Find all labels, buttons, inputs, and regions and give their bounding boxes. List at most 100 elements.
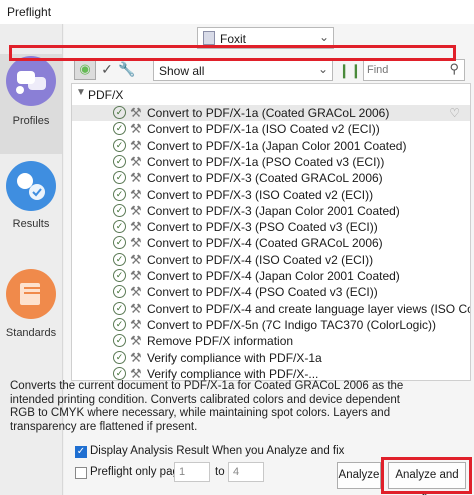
tree-item[interactable]: ✓ ⚒ Convert to PDF/X-4 and create language… (72, 301, 470, 317)
check-icon: ✓ (113, 366, 126, 380)
tree-item[interactable]: ✓ ⚒ Verify compliance with PDF/X-1a (72, 350, 470, 366)
wrench-icon: 🔧 (118, 60, 136, 77)
tree-item[interactable]: ✓ ⚒ Convert to PDF/X-1a (Japan Color 2001 … (72, 138, 470, 154)
tree-item-label: Convert to PDF/X-4 (Coated GRACoL 2006) (147, 236, 383, 251)
books-icon: ❙❙ (338, 61, 362, 78)
check-icon: ✓ (113, 203, 126, 217)
tree-item-label: Convert to PDF/X-1a (Coated GRACoL 2006) (147, 106, 390, 120)
search-field[interactable]: ⚲ (363, 59, 465, 81)
tree-item[interactable]: ✓ ⚒ Convert to PDF/X-4 (Coated GRACoL 2006… (72, 235, 470, 251)
filter-selected: Show all (159, 64, 205, 78)
tree-item-label: Convert to PDF/X-1a (ISO Coated v2 (ECI)… (147, 122, 380, 137)
sidebar-item-label: Results (12, 218, 50, 230)
tree-item-label: Convert to PDF/X-3 (Japan Color 2001 Coa… (147, 203, 400, 218)
sidebar-item-profiles[interactable]: Profiles (0, 54, 62, 154)
library-icon (203, 31, 215, 45)
wrench-icon: ⚒ (130, 268, 142, 283)
tree-item-label: Convert to PDF/X-4 (PSO Coated v3 (ECI)) (147, 285, 378, 300)
preflight-only-page-checkbox[interactable] (75, 467, 87, 479)
wrench-icon: ⚒ (130, 365, 142, 381)
tree-item-label: Remove PDF/X information (147, 334, 294, 349)
check-icon: ✓ (113, 252, 126, 266)
display-result-label: Display Analysis Result When you Analyze… (90, 445, 345, 457)
to-label: to (215, 466, 225, 478)
check-icon: ✓ (113, 106, 126, 119)
sidebar-item-results[interactable]: Results (0, 159, 62, 259)
wrench-icon: ⚒ (130, 251, 142, 267)
sidebar-item-label: Profiles (12, 115, 50, 127)
wrench-icon: ⚒ (130, 202, 142, 218)
check-icon: ✓ (113, 171, 126, 185)
wrench-icon: ⚒ (130, 284, 142, 300)
profile-tree[interactable]: ▼ PDF/X ✓ ⚒ Convert to PDF/X-1a (Coated GR… (71, 83, 471, 381)
fixups-view-button[interactable]: 🔧 (116, 58, 138, 80)
wrench-icon: ⚒ (130, 219, 142, 235)
tree-item[interactable]: ✓ ⚒ Convert to PDF/X-3 (Coated GRACoL 2006… (72, 170, 470, 186)
selection-highlight (9, 45, 456, 61)
check-icon: ✓ (113, 187, 126, 201)
tree-item[interactable]: ✓ ⚒ Verify compliance with PDF/X-... (72, 365, 470, 381)
display-result-checkbox[interactable]: ✓ (75, 446, 87, 458)
tree-item[interactable]: ✓ ⚒ Convert to PDF/X-3 (ISO Coated v2 (ECI… (72, 187, 470, 203)
check-icon: ✓ (113, 285, 126, 299)
filter-select[interactable]: Show all ⌄ (153, 59, 333, 81)
results-icon (6, 161, 56, 211)
tree-item[interactable]: ✓ ⚒ Convert to PDF/X-3 (PSO Coated v3 (ECI… (72, 219, 470, 235)
preflight-only-page-label: Preflight only page (90, 466, 186, 478)
tree-item[interactable]: ✓ ⚒ Convert to PDF/X-4 (Japan Color 2001 C… (72, 268, 470, 284)
checks-view-button[interactable]: ✓ (96, 58, 118, 80)
tree-item-label: Convert to PDF/X-3 (Coated GRACoL 2006) (147, 171, 383, 186)
tree-item-label: Convert to PDF/X-3 (PSO Coated v3 (ECI)) (147, 220, 378, 235)
chevron-down-icon: ⌄ (318, 30, 329, 44)
tree-item[interactable]: ✓ ⚒ Convert to PDF/X-1a (ISO Coated v2 (EC… (72, 121, 470, 137)
tree-item[interactable]: ✓ ⚒ Convert to PDF/X-4 (ISO Coated v2 (ECI… (72, 252, 470, 268)
check-icon: ✓ (113, 317, 126, 331)
library-selected: Foxit (220, 32, 247, 46)
tree-item-label: Convert to PDF/X-1a (Japan Color 2001 Co… (147, 138, 407, 153)
profiles-view-icon: ◉ (79, 61, 91, 76)
analyze-and-fix-button[interactable]: Analyze and fix (388, 462, 466, 495)
check-icon: ✓ (113, 236, 126, 250)
chevron-down-icon: ⌄ (317, 62, 328, 76)
tree-item-label: Convert to PDF/X-1a (PSO Coated v3 (ECI)… (147, 154, 385, 169)
library-books-button[interactable]: ❙❙ (338, 59, 362, 81)
tree-item-label: Convert to PDF/X-4 (Japan Color 2001 Coa… (147, 269, 400, 283)
tree-item[interactable]: ✓ ⚒ Convert to PDF/X-1a (Coated GRACoL 200… (72, 105, 470, 121)
wrench-icon: ⚒ (130, 235, 142, 251)
tree-item[interactable]: ✓ ⚒ Convert to PDF/X-3 (Japan Color 2001 C… (72, 203, 470, 219)
search-input[interactable] (367, 62, 441, 78)
profiles-icon (6, 56, 56, 106)
window-title: Preflight (0, 0, 474, 24)
wrench-icon: ⚒ (130, 105, 142, 120)
profiles-view-button[interactable]: ◉ (74, 58, 96, 80)
analyze-button[interactable]: Analyze (337, 462, 381, 489)
tree-item-label: Convert to PDF/X-3 (ISO Coated v2 (ECI)) (147, 187, 374, 202)
check-icon: ✓ (113, 350, 126, 364)
sidebar-item-label: Standards (5, 327, 57, 339)
wrench-icon: ⚒ (130, 349, 142, 365)
tree-item[interactable]: ✓ ⚒ Convert to PDF/X-1a (PSO Coated v3 (EC… (72, 154, 470, 170)
chevron-down-icon: ▼ (76, 87, 86, 98)
check-icon: ✓ (113, 334, 126, 348)
tree-item-label: Convert to PDF/X-5n (7C Indigo TAC370 (C… (147, 317, 437, 332)
page-to-input[interactable]: 4 (228, 462, 264, 482)
check-icon: ✓ (113, 269, 126, 282)
tree-item[interactable]: ✓ ⚒ Convert to PDF/X-4 (PSO Coated v3 (ECI… (72, 284, 470, 300)
favorite-icon[interactable]: ♡ (449, 106, 460, 120)
page-from-input[interactable]: 1 (174, 462, 210, 482)
standards-icon (6, 269, 56, 319)
sidebar-item-standards[interactable]: Standards (0, 267, 62, 367)
tree-group-pdfx[interactable]: ▼ PDF/X (72, 84, 470, 104)
wrench-icon: ⚒ (130, 333, 142, 349)
tree-item[interactable]: ✓ ⚒ Remove PDF/X information (72, 333, 470, 349)
wrench-icon: ⚒ (130, 137, 142, 153)
profile-description: Converts the current document to PDF/X-1… (10, 380, 404, 433)
wrench-icon: ⚒ (130, 316, 142, 332)
tree-item-label: Verify compliance with PDF/X-1a (147, 350, 322, 365)
check-icon: ✓ (101, 60, 113, 77)
check-icon: ✓ (113, 301, 126, 315)
check-icon: ✓ (113, 154, 126, 168)
tree-item[interactable]: ✓ ⚒ Convert to PDF/X-5n (7C Indigo TAC370 … (72, 317, 470, 333)
tree-item-label: Convert to PDF/X-4 (ISO Coated v2 (ECI)) (147, 252, 374, 267)
wrench-icon: ⚒ (130, 121, 142, 137)
